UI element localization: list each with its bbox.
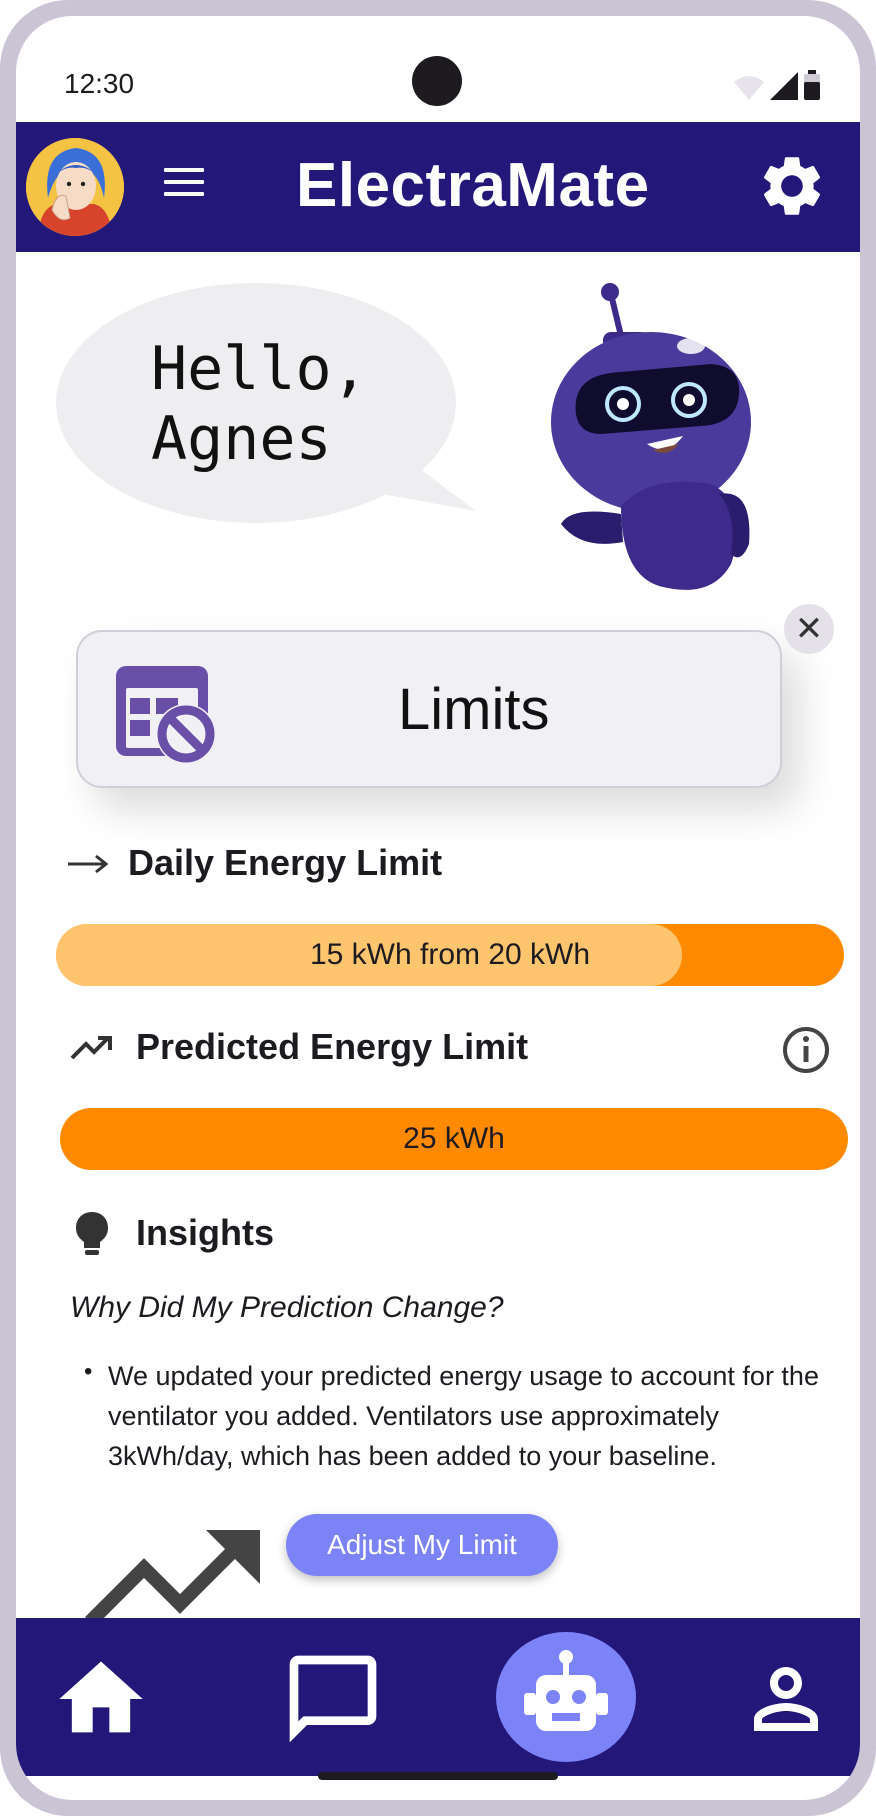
front-camera [412, 56, 462, 106]
limits-card[interactable]: Limits [76, 630, 782, 788]
battery-icon [804, 70, 820, 100]
status-time: 12:30 [64, 68, 135, 99]
menu-icon[interactable] [164, 168, 204, 204]
nav-profile[interactable] [736, 1634, 836, 1764]
home-indicator[interactable] [318, 1772, 558, 1780]
limits-label: Limits [398, 677, 550, 742]
profile-icon [754, 1667, 818, 1731]
adjust-limit-button[interactable]: Adjust My Limit [286, 1514, 558, 1576]
insight-bullet: We updated your predicted energy usage t… [108, 1361, 819, 1471]
insight-question: Why Did My Prediction Change? [70, 1291, 504, 1324]
home-icon [59, 1661, 143, 1733]
status-bar: 12:30 [16, 16, 860, 122]
predicted-limit-bar: 25 kWh [60, 1108, 848, 1170]
trend-arrow-icon [85, 1530, 260, 1627]
bottom-nav [16, 1618, 860, 1776]
status-icons [734, 70, 820, 100]
trending-up-icon [70, 1036, 112, 1060]
avatar-illustration [26, 138, 124, 236]
close-icon: ✕ [794, 610, 824, 648]
bullet-marker: • [84, 1358, 93, 1385]
app-title: ElectraMate [296, 151, 650, 220]
robot-icon [524, 1650, 608, 1731]
insights-heading: Insights [136, 1212, 275, 1253]
greeting-text: Hello, Agnes [151, 334, 368, 474]
nav-home[interactable] [46, 1634, 156, 1764]
device-frame: 12:30 ElectraMate Hello, Agnes Limits ✕ … [0, 0, 876, 1816]
close-button[interactable]: ✕ [784, 604, 834, 654]
phone-screen: 12:30 ElectraMate Hello, Agnes Limits ✕ … [16, 16, 860, 1800]
nav-assistant[interactable] [496, 1632, 636, 1762]
info-icon[interactable] [782, 1026, 830, 1074]
daily-limit-bar: 15 kWh from 20 kWh [56, 924, 844, 986]
app-bar: ElectraMate [16, 122, 860, 252]
nav-chat[interactable] [278, 1634, 388, 1764]
daily-limit-heading: Daily Energy Limit [128, 842, 443, 883]
daily-limit-bar-text: 15 kWh from 20 kWh [309, 938, 591, 971]
calendar-limit-icon [116, 666, 216, 764]
avatar[interactable] [26, 138, 124, 236]
chat-icon [289, 1655, 377, 1743]
signal-icon [770, 72, 798, 100]
predicted-limit-bar-text: 25 kWh [403, 1122, 505, 1155]
predicted-limit-heading: Predicted Energy Limit [136, 1026, 529, 1067]
lightbulb-icon [76, 1212, 108, 1255]
arrow-right-icon [68, 854, 109, 874]
wifi-icon [734, 76, 764, 100]
gear-icon[interactable] [756, 150, 828, 222]
robot-mascot [551, 283, 751, 590]
